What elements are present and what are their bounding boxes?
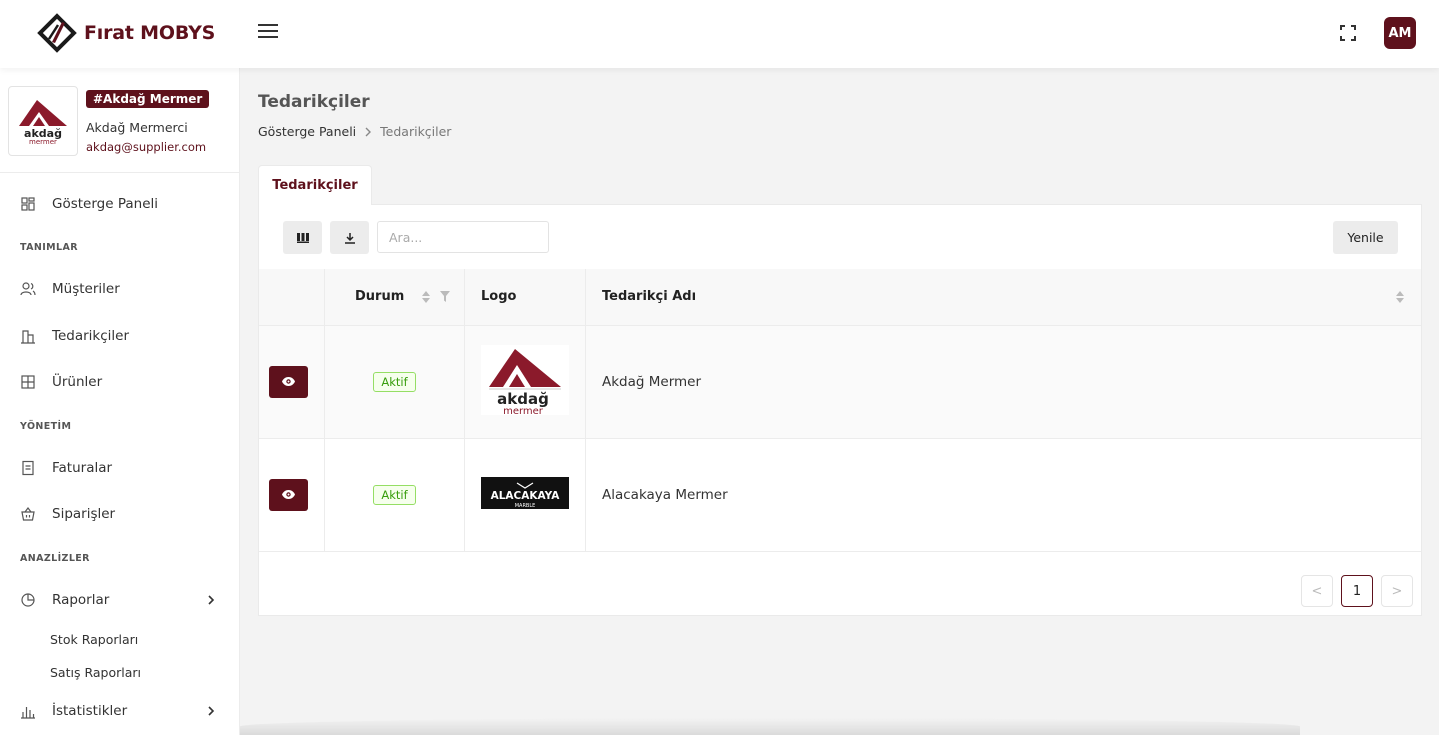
top-header: Fırat MOBYS AM bbox=[0, 0, 1439, 68]
profile-name: Akdağ Mermerci bbox=[86, 120, 188, 135]
users-icon bbox=[20, 282, 36, 296]
grid-icon bbox=[21, 375, 35, 389]
actions-column-header bbox=[259, 269, 325, 326]
sidebar-item-statistics[interactable]: İstatistikler bbox=[0, 693, 240, 729]
breadcrumb-home[interactable]: Gösterge Paneli bbox=[258, 124, 356, 139]
pagination-next[interactable]: > bbox=[1381, 575, 1413, 607]
logo-column-header: Logo bbox=[464, 269, 586, 326]
page-title: Tedarikçiler bbox=[258, 92, 370, 112]
profile-tag: #Akdağ Mermer bbox=[86, 90, 210, 108]
section-management: YÖNETİM bbox=[20, 421, 72, 432]
sort-icon[interactable] bbox=[421, 290, 431, 304]
logo-cell: akdağ mermer bbox=[464, 325, 586, 439]
status-column-header[interactable]: Durum bbox=[324, 269, 465, 326]
dashboard-icon bbox=[21, 197, 35, 211]
refresh-button[interactable]: Yenile bbox=[1333, 221, 1398, 254]
view-button[interactable] bbox=[269, 365, 308, 398]
svg-text:mermer: mermer bbox=[503, 406, 544, 415]
sidebar-item-label: Gösterge Paneli bbox=[52, 196, 159, 212]
sidebar-item-products[interactable]: Ürünler bbox=[0, 364, 240, 400]
status-badge: Aktif bbox=[373, 371, 416, 392]
sidebar: akdağ mermer #Akdağ Mermer Akdağ Mermerc… bbox=[0, 68, 240, 735]
user-avatar[interactable]: AM bbox=[1384, 17, 1416, 49]
fullscreen-icon[interactable] bbox=[1339, 24, 1357, 42]
akdag-logo-image: akdağ mermer bbox=[481, 344, 569, 417]
pagination-prev[interactable]: < bbox=[1301, 575, 1333, 607]
akdag-logo-image: akdağ mermer bbox=[19, 100, 67, 146]
name-column-header[interactable]: Tedarikçi Adı bbox=[585, 269, 1421, 326]
eye-icon bbox=[282, 490, 295, 499]
table-row[interactable]: Aktif akdağ mermer Akdağ Mermer bbox=[259, 325, 1421, 439]
chevron-right-icon bbox=[208, 595, 215, 605]
eye-icon bbox=[282, 377, 295, 386]
bar-chart-icon bbox=[21, 707, 35, 719]
suppliers-card: Yenile Durum Logo Tedarikçi Adı bbox=[258, 204, 1422, 616]
brand[interactable]: Fırat MOBYS bbox=[36, 12, 215, 54]
status-badge: Aktif bbox=[373, 484, 416, 505]
sidebar-item-label: Raporlar bbox=[52, 592, 110, 608]
table-header-row: Durum Logo Tedarikçi Adı bbox=[259, 269, 1421, 326]
download-button[interactable] bbox=[330, 221, 369, 254]
columns-icon bbox=[296, 232, 309, 243]
section-analytics: ANAZLİZLER bbox=[20, 553, 90, 564]
sidebar-item-label: Müşteriler bbox=[52, 281, 120, 297]
basket-icon bbox=[21, 507, 35, 521]
pagination-page-1[interactable]: 1 bbox=[1341, 575, 1373, 607]
brand-logo-icon bbox=[37, 13, 77, 53]
breadcrumb-chevron-icon bbox=[365, 127, 372, 136]
sidebar-item-dashboard[interactable]: Gösterge Paneli bbox=[0, 186, 240, 222]
profile-email: akdag@supplier.com bbox=[86, 140, 207, 154]
breadcrumb-current: Tedarikçiler bbox=[380, 124, 452, 139]
sidebar-item-orders[interactable]: Siparişler bbox=[0, 496, 240, 532]
row-actions-cell bbox=[259, 438, 325, 552]
breadcrumb: Gösterge Paneli Tedarikçiler bbox=[258, 124, 451, 139]
chevron-right-icon bbox=[208, 706, 215, 716]
sidebar-item-reports[interactable]: Raporlar bbox=[0, 582, 240, 618]
filter-icon[interactable] bbox=[440, 291, 450, 302]
status-cell: Aktif bbox=[324, 438, 465, 552]
supplier-name-cell: Alacakaya Mermer bbox=[585, 438, 1421, 552]
logo-cell: ALACAKAYA MARBLE bbox=[464, 438, 586, 552]
sidebar-item-suppliers[interactable]: Tedarikçiler bbox=[0, 318, 240, 354]
table-row[interactable]: Aktif ALACAKAYA MARBLE Alacakaya Mermer bbox=[259, 438, 1421, 552]
sidebar-item-label: Siparişler bbox=[52, 506, 116, 522]
name-column-label: Tedarikçi Adı bbox=[602, 289, 697, 305]
sidebar-item-label: Tedarikçiler bbox=[52, 328, 129, 344]
view-button[interactable] bbox=[269, 478, 308, 511]
sidebar-item-invoices[interactable]: Faturalar bbox=[0, 450, 240, 486]
sidebar-item-label: İstatistikler bbox=[52, 703, 128, 719]
status-column-label: Durum bbox=[355, 289, 405, 305]
svg-text:mermer: mermer bbox=[29, 138, 57, 146]
section-definitions: TANIMLAR bbox=[20, 242, 78, 253]
profile-logo: akdağ mermer bbox=[8, 86, 78, 156]
columns-button[interactable] bbox=[283, 221, 322, 254]
menu-toggle-icon[interactable] bbox=[258, 24, 278, 42]
pie-chart-icon bbox=[21, 593, 35, 607]
suppliers-table: Durum Logo Tedarikçi Adı Aktif akdağ mer… bbox=[259, 269, 1421, 552]
sidebar-item-label: Ürünler bbox=[52, 374, 103, 390]
svg-text:MARBLE: MARBLE bbox=[515, 503, 536, 509]
sidebar-item-customers[interactable]: Müşteriler bbox=[0, 271, 240, 307]
tab-suppliers[interactable]: Tedarikçiler bbox=[258, 165, 372, 205]
sidebar-divider bbox=[0, 172, 240, 173]
status-cell: Aktif bbox=[324, 325, 465, 439]
bottom-shadow bbox=[240, 718, 1300, 735]
row-actions-cell bbox=[259, 325, 325, 439]
brand-name: Fırat MOBYS bbox=[84, 22, 216, 44]
download-icon bbox=[344, 232, 355, 244]
sidebar-item-label: Faturalar bbox=[52, 460, 113, 476]
sidebar-subitem-sales-reports[interactable]: Satış Raporları bbox=[50, 665, 141, 680]
search-input[interactable] bbox=[377, 221, 549, 253]
building-icon bbox=[21, 330, 35, 344]
sort-icon[interactable] bbox=[1395, 290, 1405, 304]
supplier-name-cell: Akdağ Mermer bbox=[585, 325, 1421, 439]
alacakaya-logo-image: ALACAKAYA MARBLE bbox=[481, 476, 569, 509]
sidebar-subitem-stock-reports[interactable]: Stok Raporları bbox=[50, 632, 138, 647]
svg-text:ALACAKAYA: ALACAKAYA bbox=[491, 490, 561, 502]
invoice-icon bbox=[22, 460, 34, 476]
supplier-profile: akdağ mermer #Akdağ Mermer Akdağ Mermerc… bbox=[8, 86, 233, 158]
